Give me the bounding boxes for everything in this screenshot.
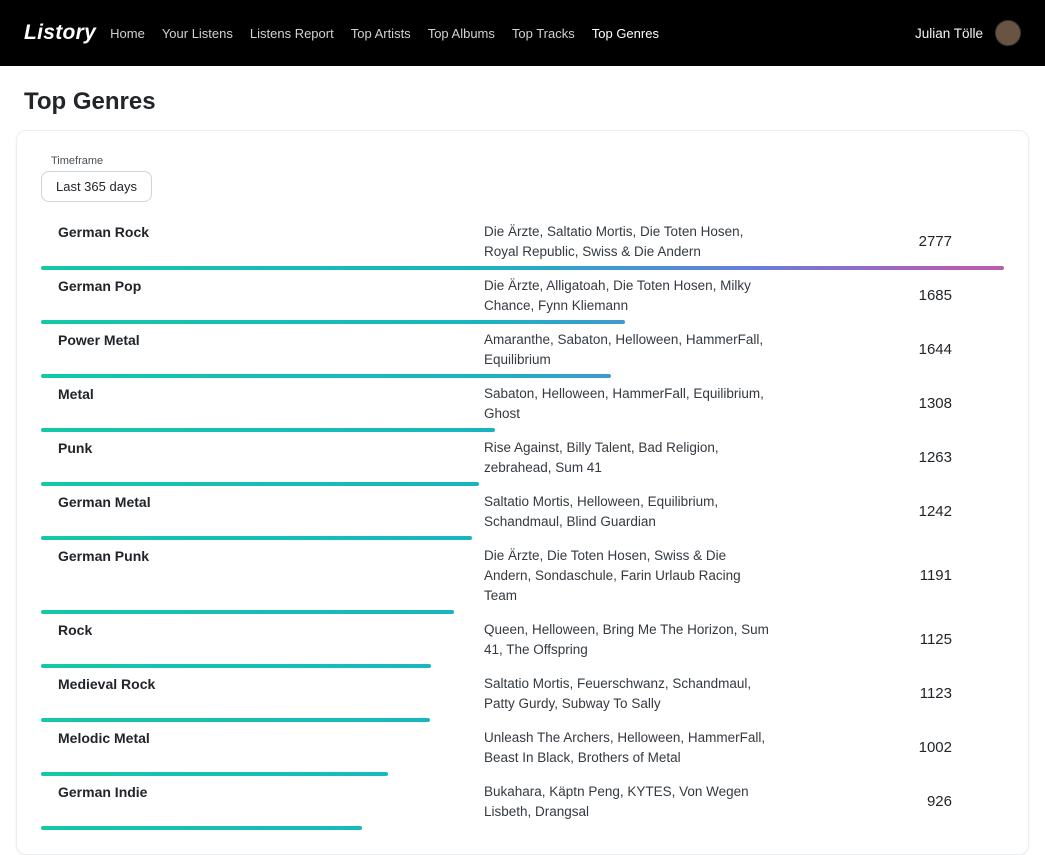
timeframe-select[interactable]: Last 365 days	[41, 171, 152, 202]
genres-table: German RockDie Ärzte, Saltatio Mortis, D…	[41, 216, 1004, 830]
genre-bar	[41, 826, 1004, 830]
genre-row: German MetalSaltatio Mortis, Helloween, …	[41, 486, 1004, 540]
genre-bar	[41, 536, 1004, 540]
nav-links: Home Your Listens Listens Report Top Artist…	[110, 26, 659, 41]
genre-bar	[41, 374, 1004, 378]
genre-artists: Die Ärzte, Alligatoah, Die Toten Hosen, …	[484, 276, 776, 316]
nav-link-your-listens[interactable]: Your Listens	[162, 26, 233, 41]
genre-name: Metal	[41, 384, 484, 404]
genre-bar	[41, 772, 1004, 776]
genre-count: 1123	[920, 684, 1004, 704]
genre-name: Power Metal	[41, 330, 484, 350]
navbar: Listory Home Your Listens Listens Report To…	[0, 0, 1045, 66]
genre-artists: Sabaton, Helloween, HammerFall, Equilibr…	[484, 384, 776, 424]
genre-bar	[41, 664, 1004, 668]
nav-link-home[interactable]: Home	[110, 26, 145, 41]
nav-link-top-genres[interactable]: Top Genres	[592, 26, 659, 41]
genre-row: German IndieBukahara, Käptn Peng, KYTES,…	[41, 776, 1004, 830]
genre-artists: Die Ärzte, Die Toten Hosen, Swiss & Die …	[484, 546, 776, 606]
navbar-right: Julian Tölle	[915, 20, 1021, 46]
nav-link-top-albums[interactable]: Top Albums	[428, 26, 495, 41]
genre-artists: Amaranthe, Sabaton, Helloween, HammerFal…	[484, 330, 776, 370]
genre-name: Melodic Metal	[41, 728, 484, 748]
user-avatar[interactable]	[995, 20, 1021, 46]
genre-bar	[41, 428, 1004, 432]
genre-artists: Bukahara, Käptn Peng, KYTES, Von Wegen L…	[484, 782, 776, 822]
genre-artists: Die Ärzte, Saltatio Mortis, Die Toten Ho…	[484, 222, 776, 262]
genre-name: Medieval Rock	[41, 674, 484, 694]
top-genres-card: Timeframe Last 365 days German RockDie Ä…	[16, 130, 1029, 855]
timeframe-label: Timeframe	[51, 155, 1004, 167]
genre-row: German PopDie Ärzte, Alligatoah, Die Tot…	[41, 270, 1004, 324]
genre-artists: Rise Against, Billy Talent, Bad Religion…	[484, 438, 776, 478]
genre-artists: Saltatio Mortis, Helloween, Equilibrium,…	[484, 492, 776, 532]
genre-bar	[41, 266, 1004, 270]
nav-link-top-tracks[interactable]: Top Tracks	[512, 26, 575, 41]
genre-bar	[41, 610, 1004, 614]
genre-count: 2777	[919, 232, 1004, 252]
genre-row: Melodic MetalUnleash The Archers, Hellow…	[41, 722, 1004, 776]
brand-logo[interactable]: Listory	[24, 21, 96, 45]
genre-count: 1242	[919, 502, 1004, 522]
user-name[interactable]: Julian Tölle	[915, 26, 983, 41]
genre-bar	[41, 320, 1004, 324]
nav-link-listens-report[interactable]: Listens Report	[250, 26, 334, 41]
genre-artists: Unleash The Archers, Helloween, HammerFa…	[484, 728, 776, 768]
genre-row: Power MetalAmaranthe, Sabaton, Helloween…	[41, 324, 1004, 378]
genre-artists: Queen, Helloween, Bring Me The Horizon, …	[484, 620, 776, 660]
genre-name: Rock	[41, 620, 484, 640]
genre-row: RockQueen, Helloween, Bring Me The Horiz…	[41, 614, 1004, 668]
genre-row: PunkRise Against, Billy Talent, Bad Reli…	[41, 432, 1004, 486]
genre-count: 1002	[919, 738, 1004, 758]
genre-name: German Punk	[41, 546, 484, 566]
genre-count: 926	[927, 792, 1004, 812]
genre-bar	[41, 482, 1004, 486]
genre-bar	[41, 718, 1004, 722]
main-content: Top Genres Timeframe Last 365 days Germa…	[0, 88, 1045, 855]
genre-artists: Saltatio Mortis, Feuerschwanz, Schandmau…	[484, 674, 776, 714]
genre-row: Medieval RockSaltatio Mortis, Feuerschwa…	[41, 668, 1004, 722]
genre-count: 1308	[919, 394, 1004, 414]
genre-name: German Indie	[41, 782, 484, 802]
genre-row: German PunkDie Ärzte, Die Toten Hosen, S…	[41, 540, 1004, 614]
genre-row: MetalSabaton, Helloween, HammerFall, Equ…	[41, 378, 1004, 432]
genre-name: German Pop	[41, 276, 484, 296]
genre-name: German Rock	[41, 222, 484, 242]
genre-count: 1125	[920, 630, 1004, 650]
genre-name: Punk	[41, 438, 484, 458]
page-title: Top Genres	[24, 88, 1021, 116]
genre-count: 1191	[920, 566, 1004, 586]
genre-count: 1644	[919, 340, 1004, 360]
genre-row: German RockDie Ärzte, Saltatio Mortis, D…	[41, 216, 1004, 270]
genre-name: German Metal	[41, 492, 484, 512]
nav-link-top-artists[interactable]: Top Artists	[351, 26, 411, 41]
genre-count: 1263	[919, 448, 1004, 468]
genre-count: 1685	[919, 286, 1004, 306]
